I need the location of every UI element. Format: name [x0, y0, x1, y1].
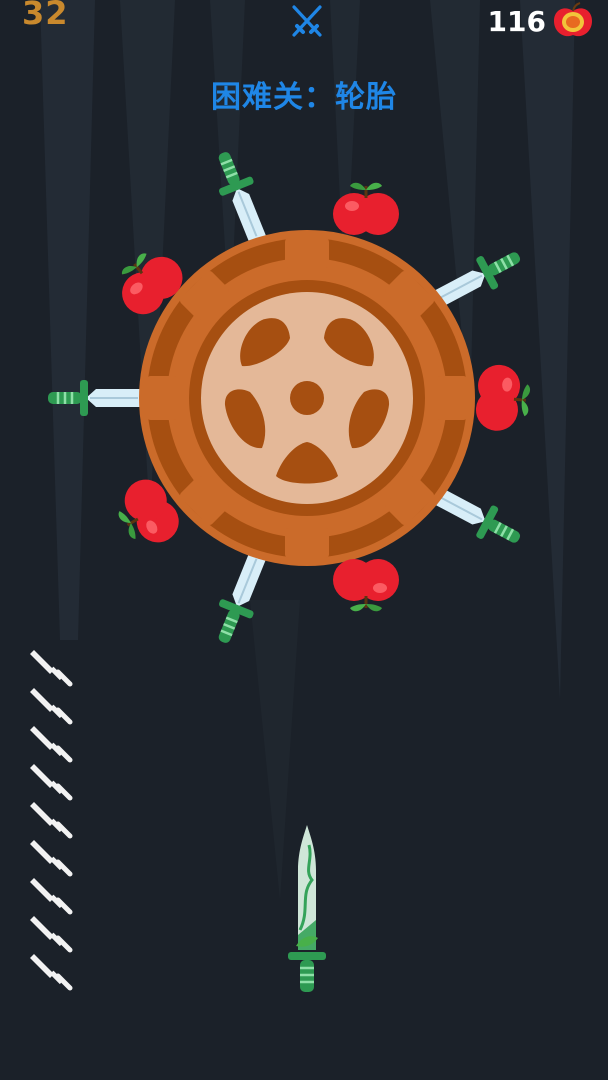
tire-target [139, 230, 475, 566]
apple-on-target [331, 557, 401, 613]
remaining-knife-icon [30, 954, 70, 988]
remaining-knife-icon [30, 840, 70, 874]
apple-on-target [331, 181, 401, 237]
play-area [0, 144, 534, 992]
remaining-knife-icon [30, 878, 70, 912]
remaining-knife-icon [30, 916, 70, 950]
remaining-knife-icon [30, 650, 70, 684]
stuck-knife [204, 144, 276, 248]
stuck-knife [204, 547, 276, 651]
remaining-knife-icon [30, 764, 70, 798]
apple-on-target [472, 361, 534, 435]
stuck-knife [46, 378, 144, 418]
remaining-knife-icon [30, 688, 70, 722]
remaining-knives [30, 650, 70, 988]
remaining-knife-icon [30, 802, 70, 836]
player-knife[interactable] [288, 825, 326, 992]
remaining-knife-icon [30, 726, 70, 760]
game-stage[interactable]: 32 116 困难关：轮胎 [0, 0, 608, 1080]
